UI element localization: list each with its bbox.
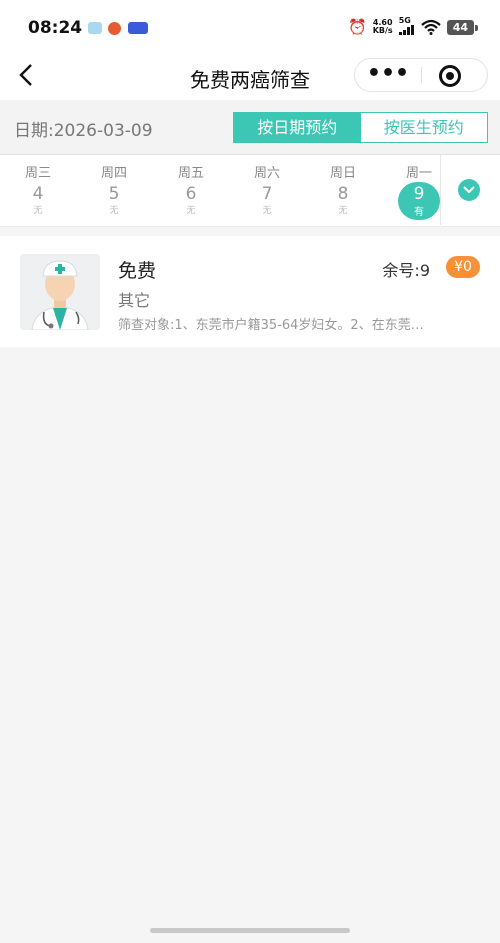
capsule-divider — [421, 67, 422, 83]
day-status: 无 — [338, 206, 348, 216]
calendar-expand-panel — [440, 155, 500, 225]
more-dots-icon[interactable]: ••• — [355, 59, 421, 91]
selected-day-highlight: 9 有 — [398, 182, 440, 220]
day-date: 4 — [32, 184, 44, 204]
notification-icon — [88, 22, 102, 34]
alarm-icon: ⏰ — [348, 18, 367, 36]
day-status: 无 — [33, 206, 43, 216]
wifi-icon — [420, 19, 441, 35]
status-time: 08:24 — [28, 18, 83, 38]
remaining-slots: 余号:9 — [382, 261, 430, 280]
day-item[interactable]: 周六 7 无 — [237, 162, 297, 216]
target-icon[interactable] — [439, 65, 461, 87]
day-item[interactable]: 周日 8 无 — [313, 162, 373, 216]
notification-icon — [128, 22, 148, 34]
day-weekday: 周三 — [24, 166, 51, 181]
tab-by-date[interactable]: 按日期预约 — [234, 113, 361, 142]
day-weekday: 周六 — [253, 166, 280, 181]
battery-icon: 44 — [446, 19, 479, 35]
net-speed: 4.60 KB/s — [373, 19, 393, 35]
net-speed-unit: KB/s — [372, 26, 393, 35]
network-type: 5G — [398, 16, 411, 25]
day-date: 6 — [185, 184, 197, 204]
home-indicator[interactable] — [150, 928, 350, 933]
date-bar: 日期:2026-03-09 按日期预约 按医生预约 — [0, 100, 500, 155]
card-title: 免费 — [118, 260, 157, 282]
status-bar: 08:24 ⏰ 4.60 KB/s 5G 44 — [0, 0, 500, 58]
day-item[interactable]: 周五 6 无 — [161, 162, 221, 216]
day-date: 9 — [413, 184, 425, 204]
chevron-down-icon[interactable] — [458, 179, 480, 201]
day-item[interactable]: 周四 5 无 — [84, 162, 144, 216]
day-date: 8 — [337, 184, 349, 204]
day-status: 无 — [109, 206, 119, 216]
department: 其它 — [118, 291, 151, 310]
day-status: 无 — [186, 206, 196, 216]
day-weekday: 周四 — [100, 166, 127, 181]
day-weekday: 周日 — [329, 166, 356, 181]
booking-mode-tabs: 按日期预约 按医生预约 — [233, 112, 488, 143]
doctor-avatar-icon — [20, 254, 100, 330]
day-item[interactable]: 周三 4 无 — [8, 162, 68, 216]
selected-date: 日期:2026-03-09 — [14, 121, 153, 141]
day-status: 有 — [414, 207, 424, 218]
notification-icon — [108, 22, 121, 35]
price-badge: ¥0 — [446, 256, 480, 278]
tab-by-doctor[interactable]: 按医生预约 — [360, 113, 487, 142]
status-icons: ⏰ 4.60 KB/s 5G 44 — [348, 16, 479, 37]
signal-icon: 5G — [398, 16, 415, 37]
day-status: 无 — [262, 206, 272, 216]
week-strip: 周三 4 无 周四 5 无 周五 6 无 周六 7 无 周日 8 无 周一 9 … — [0, 155, 500, 227]
day-weekday: 周五 — [177, 166, 204, 181]
day-date: 5 — [108, 184, 120, 204]
card-description: 筛查对象:1、东莞市户籍35-64岁妇女。2、在东莞… — [118, 318, 424, 333]
mini-program-capsule: ••• — [354, 58, 488, 92]
schedule-card[interactable]: 免费 余号:9 ¥0 其它 筛查对象:1、东莞市户籍35-64岁妇女。2、在东莞… — [0, 236, 500, 347]
nav-bar: 免费两癌筛查 ••• — [0, 58, 500, 100]
day-date: 7 — [261, 184, 273, 204]
